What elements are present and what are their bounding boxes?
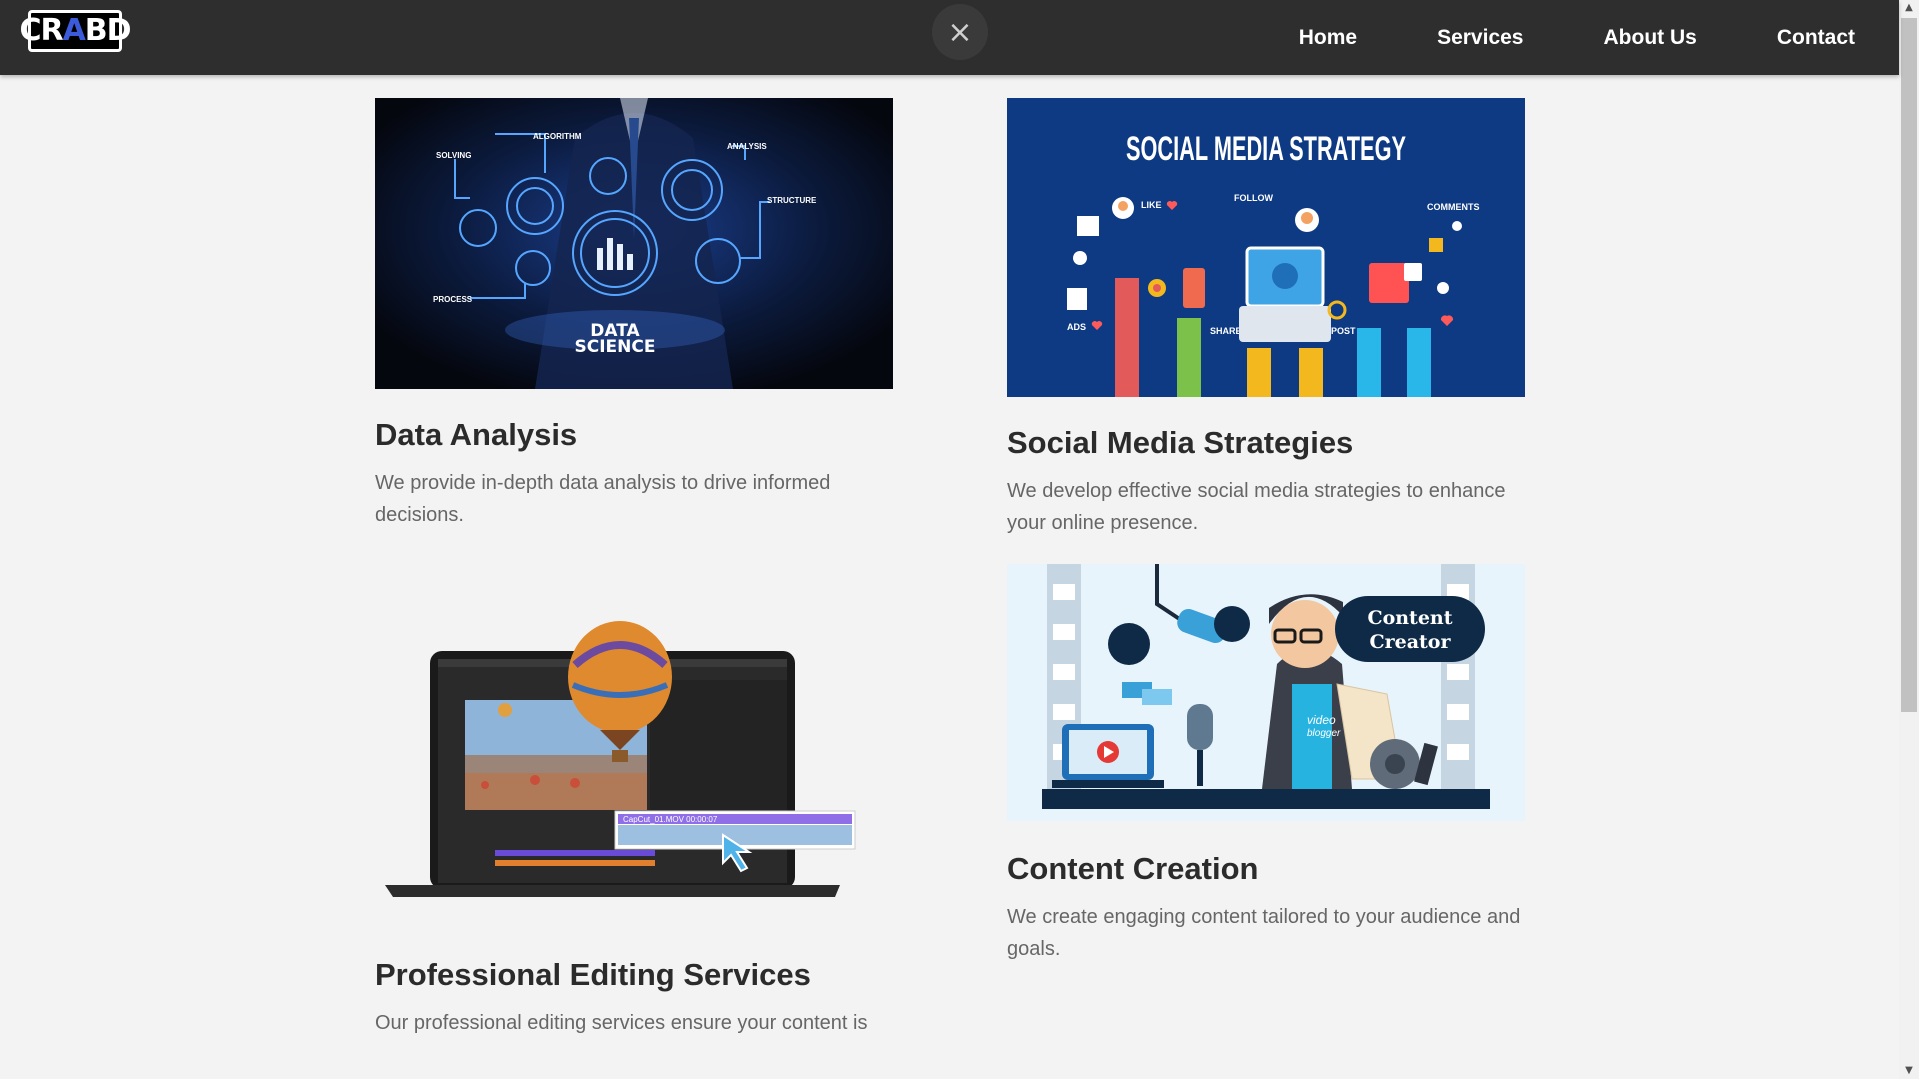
logo-text-part2: A: [62, 13, 86, 48]
image-heading: SOCIAL MEDIA STRATEGY: [1126, 130, 1406, 168]
service-card-social-media: SOCIAL MEDIA STRATEGY LIKE FOLLOW COMMEN…: [1007, 98, 1525, 539]
scroll-down-icon[interactable]: ▼: [1899, 1063, 1919, 1079]
label-algorithm: ALGORITHM: [533, 132, 582, 141]
nav-about-us[interactable]: About Us: [1604, 26, 1697, 50]
social-media-illustration: SOCIAL MEDIA STRATEGY LIKE FOLLOW COMMEN…: [1007, 98, 1525, 397]
data-science-image: SOLVING ALGORITHM ANALYSIS STRUCTURE PRO…: [375, 98, 893, 389]
clip-label: CapCut_01.MOV 00:00:07: [623, 815, 718, 824]
nav-services[interactable]: Services: [1437, 26, 1523, 50]
label-process: PROCESS: [433, 295, 473, 304]
service-title: Social Media Strategies: [1007, 425, 1354, 460]
service-title: Professional Editing Services: [375, 957, 811, 992]
label-share: SHARE: [1210, 326, 1242, 336]
crabd-logo[interactable]: CR A BD: [19, 10, 132, 52]
service-description: We develop effective social media strate…: [1007, 480, 1506, 534]
scrollbar-thumb[interactable]: [1901, 18, 1917, 712]
label-structure: STRUCTURE: [767, 196, 817, 205]
content-creator-image: video blogger Content Creator: [1007, 564, 1525, 821]
badge-creator: Creator: [1370, 631, 1452, 653]
service-description: Our professional editing services ensure…: [375, 1012, 868, 1034]
nav-contact[interactable]: Contact: [1777, 26, 1855, 50]
label-solving: SOLVING: [436, 151, 471, 160]
scrollbar[interactable]: ▲ ▼: [1899, 0, 1919, 1079]
shirt-text-line1: video: [1307, 713, 1336, 727]
label-like: LIKE: [1141, 200, 1162, 210]
navbar: CR A BD × Home Services About Us Contact: [0, 0, 1899, 75]
label-ads: ADS: [1067, 322, 1086, 332]
shirt-text-line2: blogger: [1307, 728, 1341, 739]
service-card-content-creation: video blogger Content Creator Content Cr…: [1007, 564, 1525, 965]
service-description: We create engaging content tailored to y…: [1007, 906, 1521, 960]
caption-science: SCIENCE: [575, 337, 656, 357]
label-post: POST: [1331, 326, 1356, 336]
close-icon: ×: [947, 14, 973, 50]
close-button[interactable]: ×: [932, 4, 988, 60]
service-title: Data Analysis: [375, 417, 578, 452]
label-follow: FOLLOW: [1234, 193, 1273, 203]
nav-home[interactable]: Home: [1299, 26, 1357, 50]
service-card-editing: CapCut_01.MOV 00:00:07 Professional Edit…: [375, 585, 893, 1039]
social-media-image: SOCIAL MEDIA STRATEGY LIKE FOLLOW COMMEN…: [1007, 98, 1525, 397]
scroll-up-icon[interactable]: ▲: [1899, 0, 1919, 16]
badge-content: Content: [1367, 607, 1452, 629]
content-creator-illustration: video blogger Content Creator: [1007, 564, 1525, 821]
label-comments: COMMENTS: [1427, 202, 1480, 212]
editing-image: CapCut_01.MOV 00:00:07: [375, 585, 893, 930]
logo-text-part3: BD: [84, 13, 132, 48]
data-science-illustration: SOLVING ALGORITHM ANALYSIS STRUCTURE PRO…: [375, 98, 893, 389]
label-analysis: ANALYSIS: [727, 142, 767, 151]
nav-links: Home Services About Us Contact: [1219, 0, 1855, 75]
service-title: Content Creation: [1007, 851, 1259, 886]
video-editor-illustration: CapCut_01.MOV 00:00:07: [375, 585, 893, 930]
service-description: We provide in-depth data analysis to dri…: [375, 472, 831, 526]
logo-text-part1: CR: [19, 13, 63, 48]
service-card-data-analysis: SOLVING ALGORITHM ANALYSIS STRUCTURE PRO…: [375, 98, 893, 531]
